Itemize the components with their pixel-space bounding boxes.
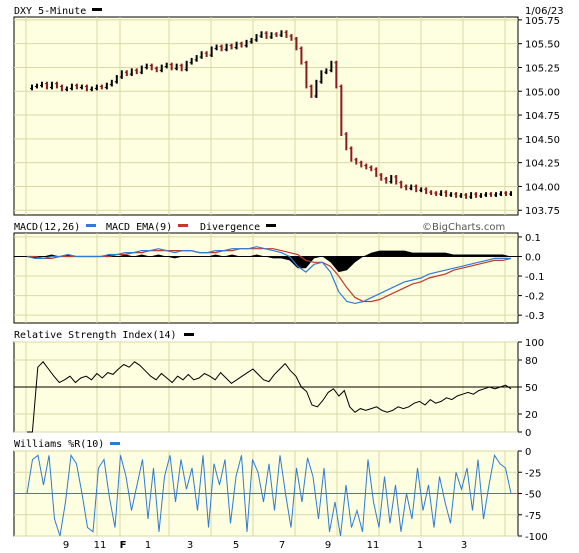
x-tick-label: 1	[145, 540, 151, 551]
rsi-panel: Relative Strength Index(14) 100 80 50 20 0	[13, 330, 544, 439]
divergence-legend-swatch	[266, 224, 276, 227]
x-tick-label: 11	[94, 540, 107, 551]
x-tick-label: 1	[417, 540, 423, 551]
y-tick-label: 104.00	[525, 182, 560, 193]
y-tick-label: -0.2	[525, 292, 545, 303]
x-tick-label: 9	[63, 540, 69, 551]
ema-legend-swatch	[178, 224, 188, 227]
y-tick-label: 104.75	[525, 111, 560, 122]
macd-panel: MACD(12,26) MACD EMA(9) Divergence ©BigC…	[13, 222, 545, 324]
williams-panel: Williams %R(10) 0 -25 -50 -75 -100	[13, 439, 548, 543]
y-tick-label: 104.25	[525, 159, 560, 170]
rsi-legend-swatch	[184, 333, 194, 336]
stock-chart: DXY 5-Minute 1/06/23 105.75105.50105.251…	[0, 0, 579, 553]
y-tick-label: 0.1	[525, 233, 541, 244]
y-tick-label: 105.00	[525, 87, 560, 98]
y-tick-label: 105.25	[525, 63, 560, 74]
y-tick-label: -0.3	[525, 311, 545, 322]
x-tick-label: 3	[461, 540, 467, 551]
y-tick-label: -50	[525, 490, 541, 501]
macd-legend-macd: MACD(12,26)	[14, 222, 80, 233]
y-tick-label: -0.1	[525, 272, 545, 283]
y-tick-label: -25	[525, 468, 541, 479]
y-tick-label: 0	[525, 428, 531, 439]
y-tick-label: 100	[525, 338, 544, 349]
macd-legend-divergence: Divergence	[200, 222, 260, 233]
y-tick-label: 20	[525, 410, 538, 421]
macd-legend-ema: MACD EMA(9)	[106, 222, 172, 233]
y-tick-label: 0	[525, 447, 531, 458]
williams-title: Williams %R(10)	[14, 439, 104, 450]
y-tick-label: -100	[525, 532, 548, 543]
y-tick-label: 80	[525, 356, 538, 367]
y-tick-label: 104.50	[525, 135, 560, 146]
y-tick-label: 105.50	[525, 40, 560, 51]
x-tick-label: F	[120, 540, 127, 551]
x-tick-label: 5	[233, 540, 239, 551]
y-tick-label: 50	[525, 383, 538, 394]
price-y-axis: 105.75 105.50 105.25 105.00 104.75 104.50 104.…	[518, 16, 560, 217]
price-panel-title: DXY 5-Minute	[14, 6, 86, 17]
y-tick-label: 103.75	[525, 206, 560, 217]
x-tick-label: 7	[279, 540, 285, 551]
x-tick-label: 3	[187, 540, 193, 551]
brand-watermark: ©BigCharts.com	[422, 222, 505, 233]
macd-plot-area	[13, 232, 519, 324]
price-legend-swatch	[92, 8, 102, 11]
macd-legend-swatch	[86, 224, 96, 227]
x-tick-label: 11	[367, 540, 380, 551]
price-plot-area	[13, 16, 519, 216]
y-tick-label: -75	[525, 511, 541, 522]
rsi-title: Relative Strength Index(14)	[14, 330, 177, 341]
y-tick-label: 105.75	[525, 16, 560, 27]
x-tick-label: 9	[325, 540, 331, 551]
y-tick-label: 0.0	[525, 252, 541, 263]
williams-legend-swatch	[110, 442, 120, 445]
